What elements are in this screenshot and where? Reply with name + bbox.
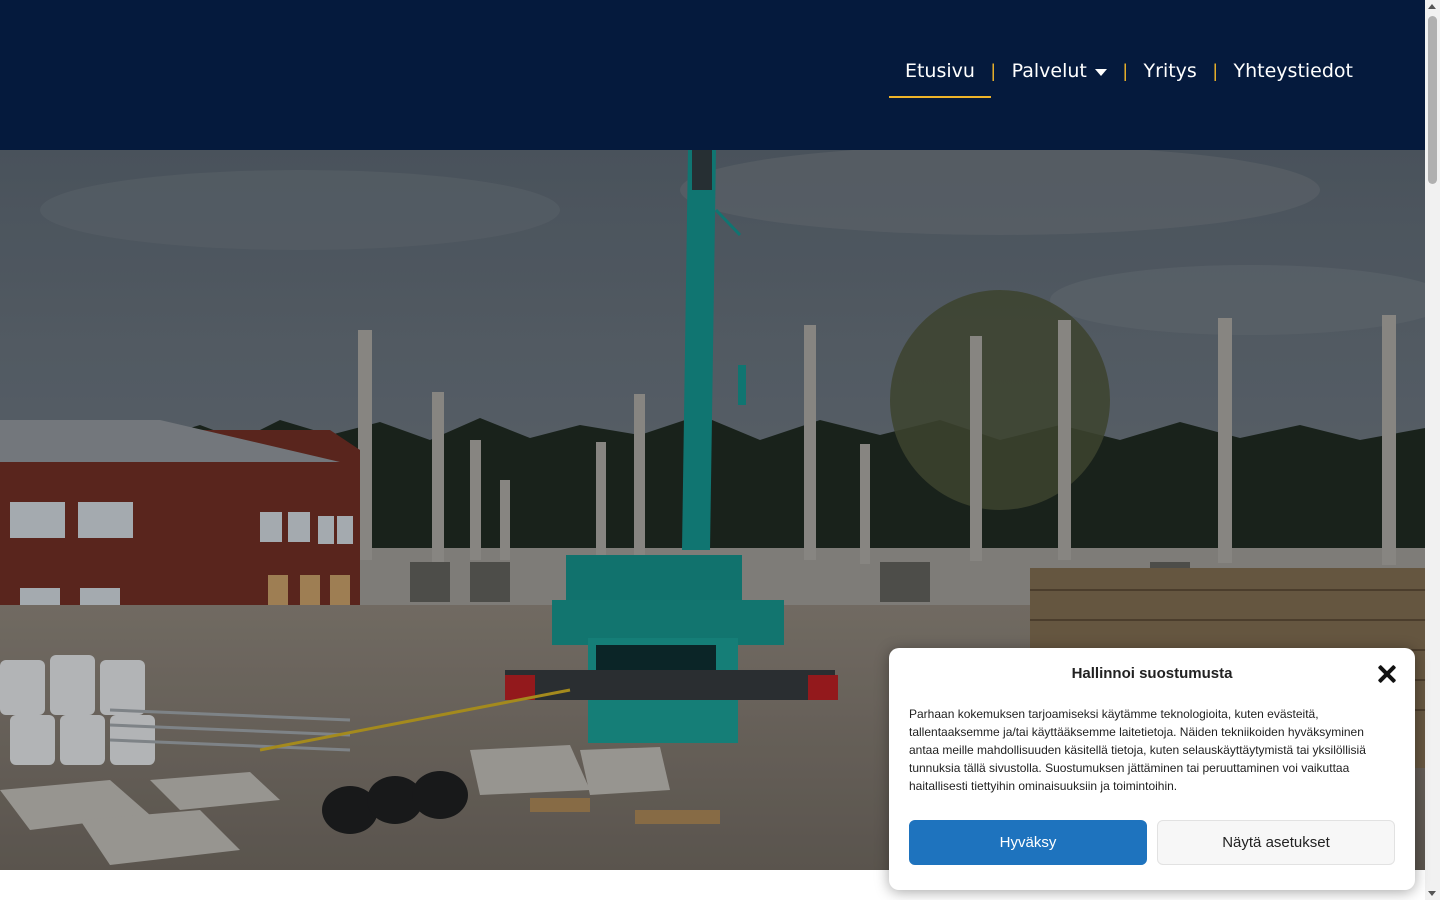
nav-item-yritys[interactable]: Yritys <box>1128 52 1213 98</box>
consent-text: Parhaan kokemuksen tarjoamiseksi käytämm… <box>909 707 1366 793</box>
page: Etusivu | Palvelut | Yritys | Yhteystied… <box>0 0 1440 900</box>
nav-item-yhteystiedot[interactable]: Yhteystiedot <box>1218 52 1369 98</box>
accept-button[interactable]: Hyväksy <box>909 820 1147 865</box>
scroll-up-icon[interactable] <box>1428 4 1436 9</box>
site-header: Etusivu | Palvelut | Yritys | Yhteystied… <box>0 0 1425 150</box>
nav-item-label: Yhteystiedot <box>1233 60 1353 82</box>
show-settings-button[interactable]: Näytä asetukset <box>1157 820 1395 865</box>
page-scrollbar[interactable] <box>1425 0 1440 900</box>
nav-item-label: Yritys <box>1143 60 1197 82</box>
caret-down-icon <box>1094 68 1107 76</box>
close-icon[interactable] <box>1377 664 1397 684</box>
scroll-thumb[interactable] <box>1428 16 1437 184</box>
cookie-consent-dialog: Hallinnoi suostumusta Parhaan kokemuksen… <box>889 648 1415 890</box>
consent-title: Hallinnoi suostumusta <box>1071 665 1233 682</box>
nav-item-palvelut[interactable]: Palvelut <box>996 52 1123 98</box>
nav-item-etusivu[interactable]: Etusivu <box>888 52 991 98</box>
nav-item-label: Palvelut <box>1011 60 1087 82</box>
scroll-down-icon[interactable] <box>1428 891 1436 896</box>
main-nav: Etusivu | Palvelut | Yritys | Yhteystied… <box>888 52 1369 98</box>
nav-item-label: Etusivu <box>904 60 975 82</box>
